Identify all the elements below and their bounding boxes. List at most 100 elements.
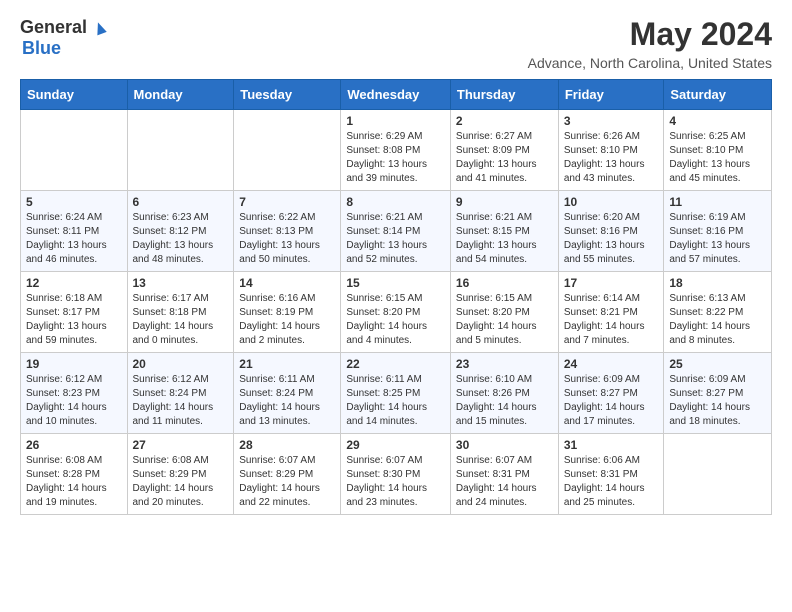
day-info: Sunrise: 6:19 AM Sunset: 8:16 PM Dayligh… [669, 211, 766, 267]
day-number: 23 [456, 357, 553, 371]
day-number: 7 [239, 195, 335, 209]
calendar-cell [664, 434, 772, 515]
day-number: 15 [346, 276, 445, 290]
calendar-cell: 8 Sunrise: 6:21 AM Sunset: 8:14 PM Daylig… [341, 191, 451, 272]
logo-triangle-icon [89, 16, 111, 38]
day-header-friday: Friday [558, 80, 664, 110]
day-info: Sunrise: 6:11 AM Sunset: 8:25 PM Dayligh… [346, 373, 445, 429]
calendar-cell: 27 Sunrise: 6:08 AM Sunset: 8:29 PM Dayli… [127, 434, 234, 515]
day-number: 13 [133, 276, 229, 290]
calendar-table: SundayMondayTuesdayWednesdayThursdayFrid… [20, 79, 772, 515]
day-info: Sunrise: 6:27 AM Sunset: 8:09 PM Dayligh… [456, 130, 553, 186]
calendar-week-row: 19Sunrise: 6:12 AM Sunset: 8:23 PM Dayli… [21, 353, 772, 434]
calendar-cell: 9Sunrise: 6:21 AM Sunset: 8:15 PM Daylig… [450, 191, 558, 272]
day-info: Sunrise: 6:21 AM Sunset: 8:14 PM Dayligh… [346, 211, 445, 267]
day-info: Sunrise: 6:25 AM Sunset: 8:10 PM Dayligh… [669, 130, 766, 186]
day-info: Sunrise: 6:09 AM Sunset: 8:27 PM Dayligh… [564, 373, 659, 429]
day-number: 28 [239, 438, 335, 452]
day-info: Sunrise: 6:14 AM Sunset: 8:21 PM Dayligh… [564, 292, 659, 348]
day-info: Sunrise: 6:08 AM Sunset: 8:28 PM Dayligh… [26, 454, 122, 510]
day-info: Sunrise: 6:07 AM Sunset: 8:30 PM Dayligh… [346, 454, 445, 510]
calendar-cell: 11 Sunrise: 6:19 AM Sunset: 8:16 PM Dayli… [664, 191, 772, 272]
page-header: General Blue May 2024 Advance, North Car… [20, 16, 772, 71]
day-info: Sunrise: 6:06 AM Sunset: 8:31 PM Dayligh… [564, 454, 659, 510]
day-number: 18 [669, 276, 766, 290]
calendar-cell [234, 110, 341, 191]
day-info: Sunrise: 6:13 AM Sunset: 8:22 PM Dayligh… [669, 292, 766, 348]
calendar-cell: 29 Sunrise: 6:07 AM Sunset: 8:30 PM Dayli… [341, 434, 451, 515]
day-header-wednesday: Wednesday [341, 80, 451, 110]
day-info: Sunrise: 6:09 AM Sunset: 8:27 PM Dayligh… [669, 373, 766, 429]
day-info: Sunrise: 6:11 AM Sunset: 8:24 PM Dayligh… [239, 373, 335, 429]
day-info: Sunrise: 6:23 AM Sunset: 8:12 PM Dayligh… [133, 211, 229, 267]
calendar-cell: 30 Sunrise: 6:07 AM Sunset: 8:31 PM Dayli… [450, 434, 558, 515]
day-number: 1 [346, 114, 445, 128]
day-info: Sunrise: 6:12 AM Sunset: 8:23 PM Dayligh… [26, 373, 122, 429]
day-number: 16 [456, 276, 553, 290]
day-number: 20 [133, 357, 229, 371]
day-number: 31 [564, 438, 659, 452]
logo: General Blue [20, 16, 111, 59]
day-number: 21 [239, 357, 335, 371]
calendar-cell: 14Sunrise: 6:16 AM Sunset: 8:19 PM Dayli… [234, 272, 341, 353]
day-number: 4 [669, 114, 766, 128]
day-info: Sunrise: 6:07 AM Sunset: 8:29 PM Dayligh… [239, 454, 335, 510]
day-info: Sunrise: 6:24 AM Sunset: 8:11 PM Dayligh… [26, 211, 122, 267]
location-text: Advance, North Carolina, United States [528, 55, 772, 71]
calendar-cell: 19Sunrise: 6:12 AM Sunset: 8:23 PM Dayli… [21, 353, 128, 434]
day-info: Sunrise: 6:15 AM Sunset: 8:20 PM Dayligh… [456, 292, 553, 348]
day-number: 9 [456, 195, 553, 209]
day-number: 2 [456, 114, 553, 128]
day-info: Sunrise: 6:08 AM Sunset: 8:29 PM Dayligh… [133, 454, 229, 510]
calendar-cell: 24 Sunrise: 6:09 AM Sunset: 8:27 PM Dayli… [558, 353, 664, 434]
day-number: 27 [133, 438, 229, 452]
day-number: 24 [564, 357, 659, 371]
day-number: 8 [346, 195, 445, 209]
title-section: May 2024 Advance, North Carolina, United… [528, 16, 772, 71]
day-header-sunday: Sunday [21, 80, 128, 110]
calendar-cell: 4 Sunrise: 6:25 AM Sunset: 8:10 PM Daylig… [664, 110, 772, 191]
calendar-cell: 22 Sunrise: 6:11 AM Sunset: 8:25 PM Dayli… [341, 353, 451, 434]
day-info: Sunrise: 6:29 AM Sunset: 8:08 PM Dayligh… [346, 130, 445, 186]
calendar-week-row: 26 Sunrise: 6:08 AM Sunset: 8:28 PM Dayli… [21, 434, 772, 515]
calendar-week-row: 5Sunrise: 6:24 AM Sunset: 8:11 PM Daylig… [21, 191, 772, 272]
day-header-monday: Monday [127, 80, 234, 110]
day-number: 11 [669, 195, 766, 209]
day-header-saturday: Saturday [664, 80, 772, 110]
calendar-cell: 23Sunrise: 6:10 AM Sunset: 8:26 PM Dayli… [450, 353, 558, 434]
day-info: Sunrise: 6:12 AM Sunset: 8:24 PM Dayligh… [133, 373, 229, 429]
day-number: 12 [26, 276, 122, 290]
calendar-cell: 10Sunrise: 6:20 AM Sunset: 8:16 PM Dayli… [558, 191, 664, 272]
calendar-header-row: SundayMondayTuesdayWednesdayThursdayFrid… [21, 80, 772, 110]
day-number: 6 [133, 195, 229, 209]
calendar-cell: 28 Sunrise: 6:07 AM Sunset: 8:29 PM Dayli… [234, 434, 341, 515]
day-number: 14 [239, 276, 335, 290]
calendar-cell [21, 110, 128, 191]
calendar-cell: 5Sunrise: 6:24 AM Sunset: 8:11 PM Daylig… [21, 191, 128, 272]
calendar-cell: 26 Sunrise: 6:08 AM Sunset: 8:28 PM Dayli… [21, 434, 128, 515]
day-info: Sunrise: 6:17 AM Sunset: 8:18 PM Dayligh… [133, 292, 229, 348]
calendar-cell: 12 Sunrise: 6:18 AM Sunset: 8:17 PM Dayli… [21, 272, 128, 353]
day-info: Sunrise: 6:26 AM Sunset: 8:10 PM Dayligh… [564, 130, 659, 186]
day-info: Sunrise: 6:07 AM Sunset: 8:31 PM Dayligh… [456, 454, 553, 510]
day-info: Sunrise: 6:18 AM Sunset: 8:17 PM Dayligh… [26, 292, 122, 348]
month-year-title: May 2024 [528, 16, 772, 53]
calendar-cell: 21 Sunrise: 6:11 AM Sunset: 8:24 PM Dayli… [234, 353, 341, 434]
calendar-cell: 2 Sunrise: 6:27 AM Sunset: 8:09 PM Daylig… [450, 110, 558, 191]
day-info: Sunrise: 6:22 AM Sunset: 8:13 PM Dayligh… [239, 211, 335, 267]
day-number: 29 [346, 438, 445, 452]
calendar-cell: 20 Sunrise: 6:12 AM Sunset: 8:24 PM Dayli… [127, 353, 234, 434]
day-number: 17 [564, 276, 659, 290]
day-number: 25 [669, 357, 766, 371]
day-header-thursday: Thursday [450, 80, 558, 110]
day-number: 3 [564, 114, 659, 128]
calendar-cell: 31 Sunrise: 6:06 AM Sunset: 8:31 PM Dayli… [558, 434, 664, 515]
calendar-cell: 7 Sunrise: 6:22 AM Sunset: 8:13 PM Daylig… [234, 191, 341, 272]
day-number: 30 [456, 438, 553, 452]
day-info: Sunrise: 6:20 AM Sunset: 8:16 PM Dayligh… [564, 211, 659, 267]
day-number: 26 [26, 438, 122, 452]
day-header-tuesday: Tuesday [234, 80, 341, 110]
day-number: 22 [346, 357, 445, 371]
calendar-cell: 6 Sunrise: 6:23 AM Sunset: 8:12 PM Daylig… [127, 191, 234, 272]
calendar-cell: 15Sunrise: 6:15 AM Sunset: 8:20 PM Dayli… [341, 272, 451, 353]
